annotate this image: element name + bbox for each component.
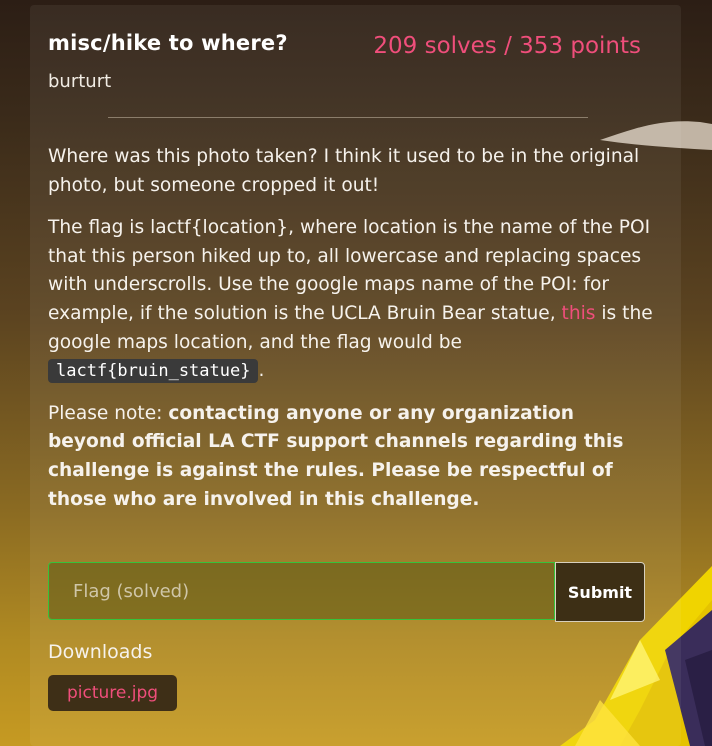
- description-text: .: [258, 360, 265, 382]
- submit-button[interactable]: Submit: [555, 562, 645, 622]
- challenge-score: 209 solves / 353 points: [373, 33, 641, 59]
- download-picture-jpg[interactable]: picture.jpg: [48, 675, 177, 711]
- example-flag-code: lactf{bruin_statue}: [48, 359, 259, 384]
- challenge-card: misc/hike to where? 209 solves / 353 poi…: [30, 5, 681, 746]
- flag-input[interactable]: [48, 562, 555, 620]
- challenge-author: burturt: [48, 71, 112, 92]
- challenge-title: misc/hike to where?: [48, 31, 288, 55]
- divider: [108, 117, 588, 118]
- downloads-label: Downloads: [48, 641, 153, 663]
- note-lead: Please note:: [48, 402, 169, 424]
- challenge-description: Where was this photo taken? I think it u…: [48, 143, 654, 528]
- description-paragraph-2: The flag is lactf{location}, where locat…: [48, 214, 654, 386]
- flag-submit-form: Submit: [48, 562, 645, 622]
- description-text: The flag is lactf{location}, where locat…: [48, 217, 651, 324]
- description-paragraph-1: Where was this photo taken? I think it u…: [48, 146, 640, 196]
- description-paragraph-3: Please note: contacting anyone or any or…: [48, 400, 654, 514]
- maps-location-link[interactable]: this: [562, 303, 596, 324]
